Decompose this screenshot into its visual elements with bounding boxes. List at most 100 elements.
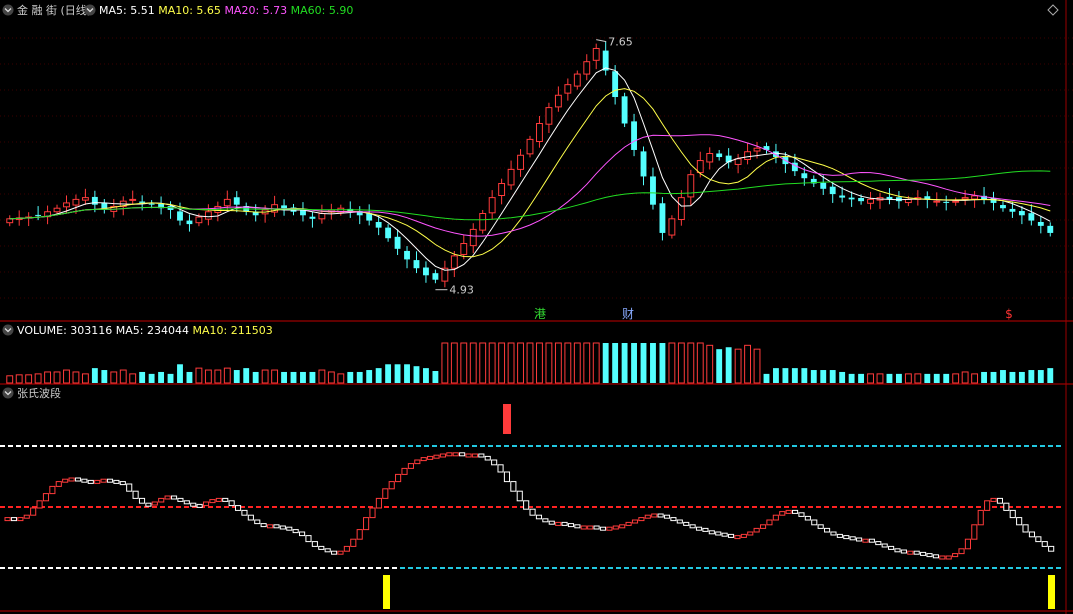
- wave-bar: [55, 481, 62, 487]
- volume-bar: [517, 342, 524, 384]
- candle-body: [91, 196, 98, 205]
- candle-body: [450, 255, 458, 269]
- wave-bar: [593, 525, 600, 530]
- candle-body: [195, 216, 203, 224]
- wave-bar: [676, 519, 683, 524]
- candle-body: [139, 201, 146, 203]
- indicator-1: MA5: 234044: [116, 324, 193, 337]
- volume-bar: [914, 373, 922, 384]
- wave-bar: [625, 521, 632, 526]
- volume-bar: [696, 342, 704, 384]
- volume-bar: [763, 373, 770, 383]
- candle-body: [526, 138, 534, 155]
- price-candles[interactable]: [6, 41, 1054, 288]
- wave-bar: [964, 538, 971, 550]
- wave-bar: [804, 515, 811, 521]
- indicator-0: VOLUME: 303116: [17, 324, 116, 337]
- wave-bar: [561, 521, 568, 526]
- volume-bar: [177, 364, 183, 383]
- wave-bar: [971, 524, 978, 540]
- wave-bar: [350, 538, 357, 547]
- volume-bar: [129, 373, 137, 384]
- wave-bar: [267, 524, 274, 529]
- wave-bar: [529, 508, 536, 516]
- candle-body: [507, 168, 515, 186]
- event-marker: 财: [622, 307, 634, 321]
- volume-bar: [214, 369, 222, 384]
- candle-body: [413, 260, 420, 269]
- wave-bar: [299, 531, 306, 537]
- wave-bar: [446, 452, 453, 457]
- wave-bar: [830, 531, 837, 536]
- wave-bar: [49, 485, 56, 495]
- wave-bar: [580, 525, 587, 530]
- wave-bar: [196, 503, 203, 508]
- wave-bar: [433, 454, 440, 459]
- volume-bar: [110, 371, 118, 384]
- volume-bar: [716, 349, 723, 383]
- wave-bar: [952, 553, 959, 558]
- wave-bar: [875, 541, 882, 546]
- volume-panel-header: VOLUME: 303116 MA5: 234044 MA10: 211503: [2, 324, 273, 337]
- collapse-icon[interactable]: [2, 324, 14, 336]
- volume-bar: [858, 373, 865, 383]
- volume-bar: [687, 342, 695, 384]
- indicator-menu-icon[interactable]: [84, 4, 96, 16]
- wave-bar: [106, 478, 114, 483]
- candle-body: [734, 158, 742, 165]
- chart-root: 7.65 4.93 港 财 $ 金 融 街 (日线) MA5: 5.51 MA10: 5…: [0, 0, 1073, 614]
- wave-bar: [94, 479, 101, 484]
- candle-body: [148, 203, 155, 205]
- wave-bar: [715, 531, 722, 536]
- volume-bar: [876, 373, 884, 384]
- wave-bar: [202, 501, 210, 507]
- volume-bar: [706, 344, 714, 384]
- candle-body: [744, 151, 751, 160]
- price-panel-title: 金 融 街 (日线): [17, 3, 91, 17]
- wave-bar: [670, 517, 677, 522]
- candle-body: [1009, 208, 1016, 212]
- wave-bar: [683, 521, 690, 526]
- wave-bar: [740, 533, 747, 538]
- candle-body: [839, 195, 846, 198]
- volume-bar: [753, 348, 761, 384]
- candle-body: [1000, 205, 1006, 209]
- diamond-icon[interactable]: [1047, 4, 1059, 16]
- wave-bar: [631, 519, 639, 524]
- volume-bar: [990, 371, 997, 383]
- wave-bar: [228, 500, 235, 507]
- wave-bar: [1003, 502, 1010, 511]
- collapse-icon[interactable]: [2, 4, 14, 16]
- wave-indicator[interactable]: [0, 404, 1061, 609]
- wave-bar: [856, 537, 863, 542]
- volume-bar: [300, 371, 306, 383]
- candle-body: [394, 236, 401, 249]
- wave-bar: [324, 548, 331, 553]
- volume-bar: [404, 364, 410, 383]
- wave-bar: [1022, 524, 1029, 533]
- candle-body: [696, 160, 704, 174]
- wave-bar: [414, 459, 421, 465]
- wave-bar: [1028, 531, 1036, 538]
- volume-bar: [631, 343, 637, 383]
- volume-bar: [583, 342, 591, 384]
- volume-bar: [432, 371, 439, 383]
- volume-bar: [148, 373, 155, 383]
- wave-bar: [503, 471, 511, 483]
- wave-bar: [36, 500, 43, 509]
- candle-body: [545, 107, 553, 125]
- wave-bar: [535, 514, 543, 520]
- candle-body: [933, 200, 941, 203]
- candle-body: [404, 250, 410, 260]
- wave-bar: [215, 497, 222, 502]
- wave-bar: [363, 517, 370, 531]
- wave-bar: [382, 488, 389, 499]
- collapse-icon[interactable]: [2, 387, 14, 399]
- wave-bar: [721, 532, 728, 537]
- volume-bar: [545, 342, 553, 384]
- candle-body: [460, 243, 468, 255]
- candle-body: [592, 47, 600, 61]
- wave-bar: [824, 527, 831, 533]
- volume-bars[interactable]: [6, 342, 1054, 384]
- wave-panel-title: 张氏波段: [17, 386, 61, 400]
